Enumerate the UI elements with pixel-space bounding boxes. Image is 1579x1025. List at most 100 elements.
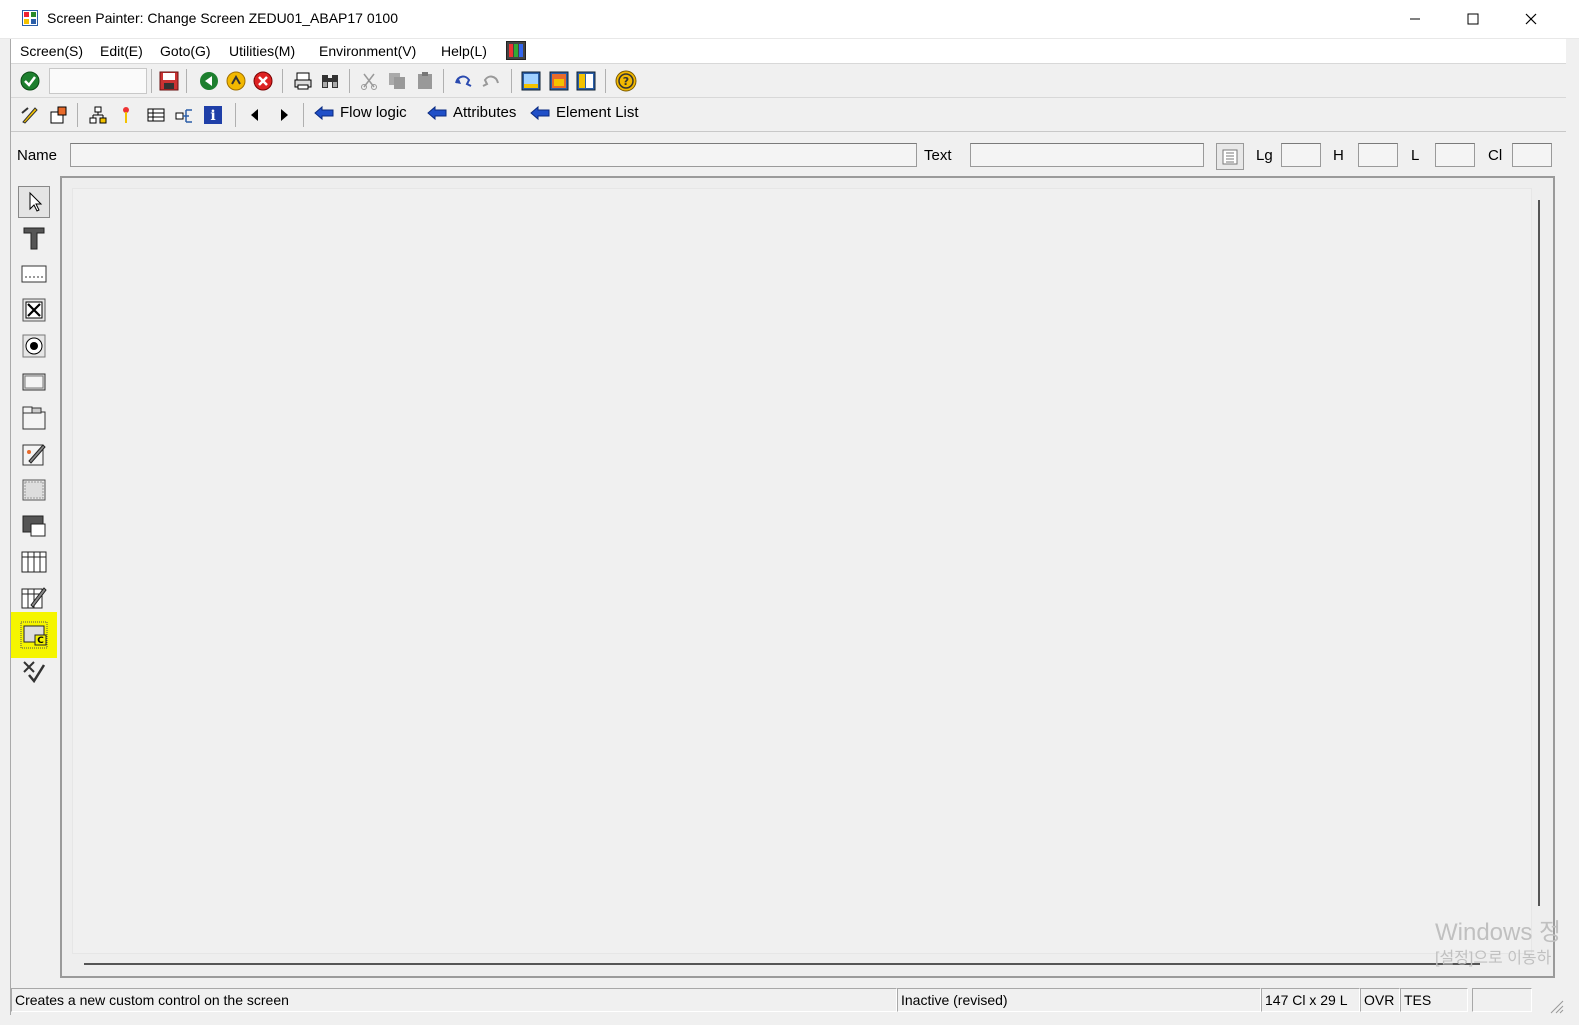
- flow-logic-label: Flow logic: [340, 104, 407, 121]
- customize-layout-icon[interactable]: [506, 41, 526, 60]
- separator: [235, 103, 236, 127]
- status-bar: Creates a new custom control on the scre…: [11, 986, 1566, 1014]
- windows-activation-watermark-sub: [설정]으로 이동하: [1435, 950, 1552, 967]
- l-field[interactable]: [1435, 143, 1475, 167]
- horizontal-boundary-line: [84, 963, 1480, 965]
- element-list-link[interactable]: Element List: [530, 104, 639, 121]
- element-palette: C: [11, 180, 57, 980]
- lg-label: Lg: [1256, 147, 1273, 164]
- minimize-icon[interactable]: [1386, 0, 1444, 38]
- text-field-icon[interactable]: [18, 222, 50, 254]
- menu-utilities[interactable]: Utilities(M): [229, 43, 295, 59]
- layout-icon-2[interactable]: [548, 70, 570, 92]
- redo-icon[interactable]: [480, 70, 502, 92]
- command-field[interactable]: [49, 68, 147, 94]
- text-icon-button[interactable]: [1216, 143, 1244, 170]
- resize-grip-icon[interactable]: [1548, 998, 1564, 1014]
- status-state: Inactive (revised): [897, 988, 1261, 1012]
- custom-control-icon[interactable]: C: [11, 612, 57, 658]
- separator: [186, 69, 187, 93]
- status-size: 147 Cl x 29 L: [1261, 988, 1360, 1012]
- attributes-link[interactable]: Attributes: [427, 104, 516, 121]
- object-icon[interactable]: [48, 104, 70, 126]
- lg-field[interactable]: [1281, 143, 1321, 167]
- screen-layout-canvas[interactable]: [60, 176, 1555, 978]
- close-icon[interactable]: [1502, 0, 1560, 38]
- h-field[interactable]: [1358, 143, 1398, 167]
- windows-activation-watermark: Windows 정: [1435, 919, 1562, 946]
- check-icon[interactable]: [19, 70, 41, 92]
- menu-environment[interactable]: Environment(V): [319, 43, 416, 59]
- cl-field[interactable]: [1512, 143, 1552, 167]
- separator: [443, 69, 444, 93]
- screen-painter-app-icon: [22, 10, 38, 26]
- prev-icon[interactable]: [244, 104, 266, 126]
- flow-logic-link[interactable]: Flow logic: [314, 104, 407, 121]
- find-icon[interactable]: [319, 70, 341, 92]
- undo-icon[interactable]: [452, 70, 474, 92]
- separator: [151, 69, 152, 93]
- h-label: H: [1333, 147, 1344, 164]
- separator: [77, 103, 78, 127]
- separator: [303, 103, 304, 127]
- box-icon[interactable]: [18, 474, 50, 506]
- name-label: Name: [17, 147, 58, 164]
- paste-icon[interactable]: [414, 70, 436, 92]
- svg-text:i: i: [210, 108, 215, 124]
- menu-edit[interactable]: Edit(E): [100, 43, 143, 59]
- help-icon[interactable]: ?: [615, 70, 637, 92]
- menu-screen[interactable]: Screen(S): [20, 43, 83, 59]
- separator: [605, 69, 606, 93]
- cl-label: Cl: [1488, 147, 1503, 164]
- dict-icon[interactable]: [145, 104, 167, 126]
- menu-bar: Screen(S) Edit(E) Goto(G) Utilities(M) E…: [11, 39, 1566, 64]
- pointer-icon[interactable]: [115, 104, 137, 126]
- element-attributes-bar: Name Text Lg H L Cl: [11, 140, 1566, 172]
- exit-icon[interactable]: [225, 70, 247, 92]
- select-pointer-icon[interactable]: [18, 186, 50, 218]
- l-label: L: [1411, 147, 1420, 164]
- arrow-left-icon: [427, 105, 447, 120]
- next-icon[interactable]: [273, 104, 295, 126]
- status-icon-tool[interactable]: [18, 654, 50, 686]
- cancel-icon[interactable]: [252, 70, 274, 92]
- table-control-wizard-icon[interactable]: [18, 582, 50, 614]
- status-system[interactable]: TES: [1400, 988, 1468, 1012]
- svg-text:?: ?: [623, 75, 629, 88]
- info-icon[interactable]: i: [202, 104, 224, 126]
- edit-icon[interactable]: [19, 104, 41, 126]
- copy-icon[interactable]: [386, 70, 408, 92]
- status-mode[interactable]: OVR: [1360, 988, 1400, 1012]
- back-icon[interactable]: [198, 70, 220, 92]
- svg-text:C: C: [37, 636, 44, 646]
- transfer-icon[interactable]: [174, 104, 196, 126]
- layout-icon-1[interactable]: [520, 70, 542, 92]
- application-toolbar: i Flow logic Attributes Element List: [11, 98, 1566, 132]
- print-icon[interactable]: [292, 70, 314, 92]
- hierarchy-icon[interactable]: [87, 104, 109, 126]
- text-field[interactable]: [970, 143, 1204, 167]
- name-field[interactable]: [70, 143, 917, 167]
- tabstrip-wizard-icon[interactable]: [18, 438, 50, 470]
- text-label: Text: [924, 147, 952, 164]
- save-icon[interactable]: [158, 70, 180, 92]
- attributes-label: Attributes: [453, 104, 517, 121]
- cut-icon[interactable]: [358, 70, 380, 92]
- standard-toolbar: ?: [11, 64, 1566, 98]
- checkbox-icon[interactable]: [18, 294, 50, 326]
- subscreen-icon[interactable]: [18, 510, 50, 542]
- tabstrip-icon[interactable]: [18, 402, 50, 434]
- input-field-icon[interactable]: [18, 258, 50, 290]
- menu-help[interactable]: Help(L): [441, 43, 487, 59]
- layout-icon-3[interactable]: [575, 70, 597, 92]
- table-control-icon[interactable]: [18, 546, 50, 578]
- pushbutton-icon[interactable]: [18, 366, 50, 398]
- element-list-label: Element List: [556, 104, 639, 121]
- radio-button-icon[interactable]: [18, 330, 50, 362]
- screen-drawing-area[interactable]: [72, 188, 1532, 954]
- title-bar: Screen Painter: Change Screen ZEDU01_ABA…: [0, 0, 1579, 39]
- status-extra: [1472, 988, 1532, 1012]
- arrow-left-icon: [530, 105, 550, 120]
- maximize-icon[interactable]: [1444, 0, 1502, 38]
- menu-goto[interactable]: Goto(G): [160, 43, 211, 59]
